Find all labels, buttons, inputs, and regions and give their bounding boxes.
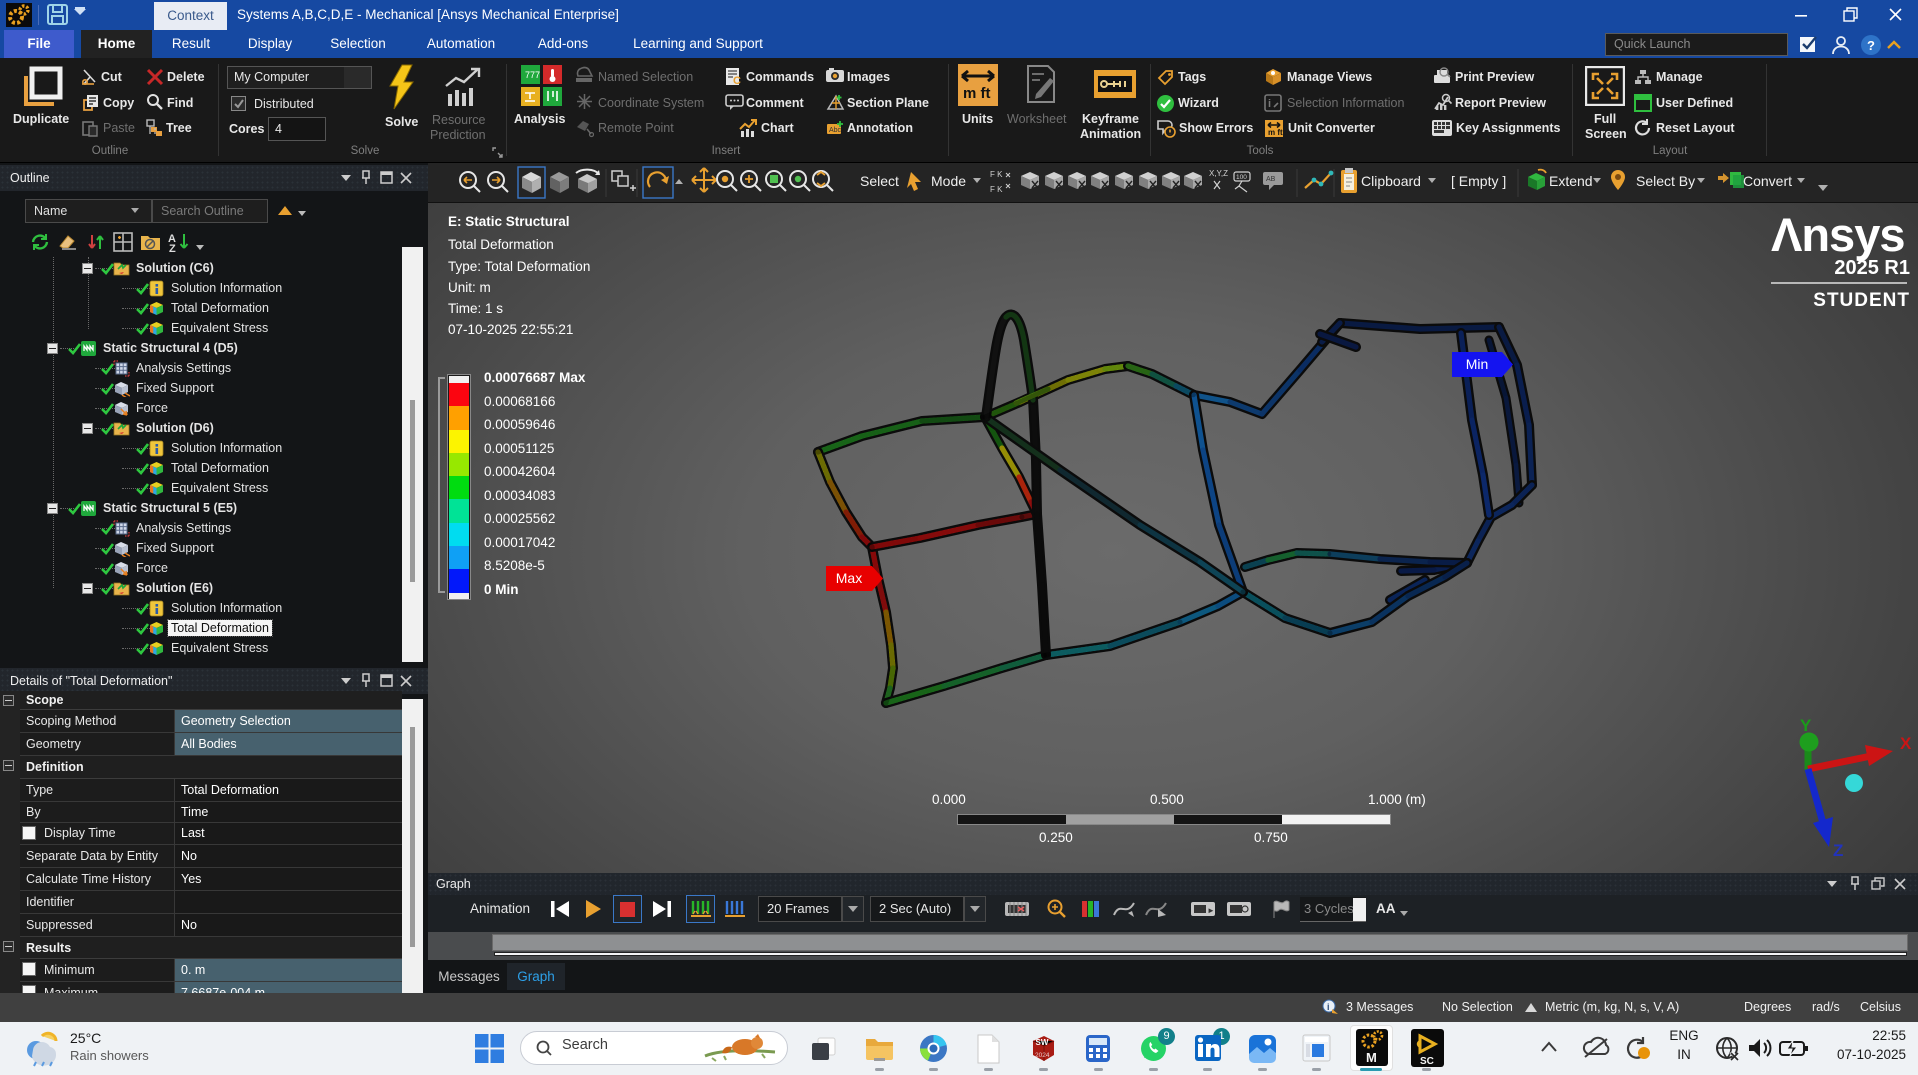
svg-text:F K: F K (990, 185, 1003, 194)
svg-text:Clipboard: Clipboard (1361, 173, 1421, 189)
svg-text:Select By: Select By (1636, 173, 1695, 189)
svg-text:Convert: Convert (1743, 173, 1792, 189)
svg-text:SC: SC (1420, 1056, 1434, 1067)
svg-text:?: ? (1867, 38, 1875, 53)
svg-text:Z: Z (169, 243, 176, 253)
svg-text:AB: AB (1266, 176, 1276, 183)
svg-text:F K: F K (990, 170, 1003, 179)
svg-text:SW: SW (1036, 1038, 1049, 1047)
svg-text:i: i (1268, 98, 1271, 110)
svg-text:m ft: m ft (1268, 128, 1283, 137)
svg-text:Abc: Abc (829, 127, 842, 134)
svg-text:2024: 2024 (1035, 1052, 1050, 1059)
svg-text:m ft: m ft (963, 85, 991, 102)
svg-text:100: 100 (1236, 174, 1247, 181)
svg-text:[ Empty ]: [ Empty ] (1451, 173, 1506, 189)
svg-text:i: i (1327, 1002, 1330, 1012)
svg-text:Extend: Extend (1549, 173, 1593, 189)
svg-text:Select: Select (860, 173, 899, 189)
svg-text:►: ► (1207, 906, 1215, 915)
svg-text:Mode: Mode (931, 173, 966, 189)
svg-text:777: 777 (525, 70, 540, 80)
svg-text:C: C (733, 75, 741, 86)
svg-text:X,Y,Z: X,Y,Z (1209, 169, 1228, 178)
svg-text:M: M (1366, 1050, 1377, 1065)
